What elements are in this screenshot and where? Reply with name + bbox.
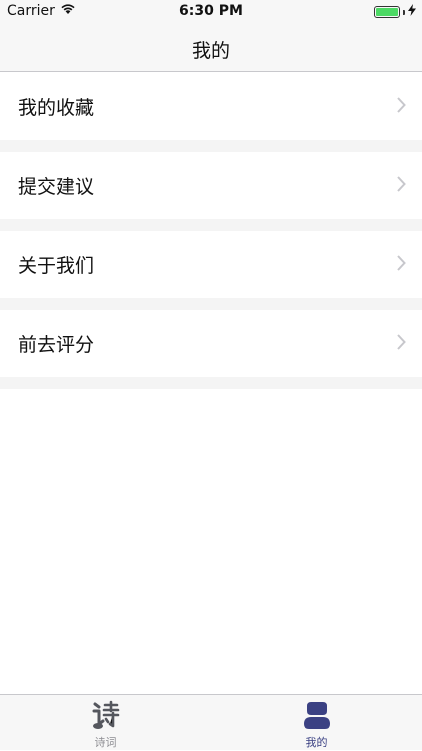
status-time: 6:30 PM xyxy=(179,3,243,19)
status-right xyxy=(374,4,416,20)
tab-bar: 诗词 我的 xyxy=(0,694,422,750)
user-icon xyxy=(303,700,331,730)
menu-item-feedback[interactable]: 提交建议 xyxy=(0,152,422,231)
battery-fill xyxy=(376,8,398,16)
menu-item-label: 前去评分 xyxy=(18,334,95,356)
tab-mine[interactable]: 我的 xyxy=(211,695,422,751)
tab-label: 我的 xyxy=(305,736,328,749)
poem-icon xyxy=(92,700,120,730)
chevron-right-icon xyxy=(397,176,406,196)
chevron-right-icon xyxy=(397,97,406,117)
menu-item-favorites[interactable]: 我的收藏 xyxy=(0,73,422,152)
settings-menu: 我的收藏 提交建议 关于我们 前去评分 xyxy=(0,73,422,389)
battery-tip xyxy=(403,9,405,15)
navigation-bar: 我的 xyxy=(0,24,422,72)
tab-poems[interactable]: 诗词 xyxy=(0,695,211,751)
battery-icon xyxy=(374,6,400,18)
menu-item-label: 提交建议 xyxy=(18,176,95,198)
menu-item-label: 我的收藏 xyxy=(18,97,95,119)
tab-label: 诗词 xyxy=(94,736,117,749)
charging-icon xyxy=(408,4,416,20)
page-title: 我的 xyxy=(191,40,230,62)
chevron-right-icon xyxy=(397,334,406,354)
chevron-right-icon xyxy=(397,255,406,275)
menu-item-rate[interactable]: 前去评分 xyxy=(0,310,422,389)
menu-item-label: 关于我们 xyxy=(18,255,95,277)
menu-item-about[interactable]: 关于我们 xyxy=(0,231,422,310)
status-bar: Carrier 6:30 PM xyxy=(0,0,422,24)
